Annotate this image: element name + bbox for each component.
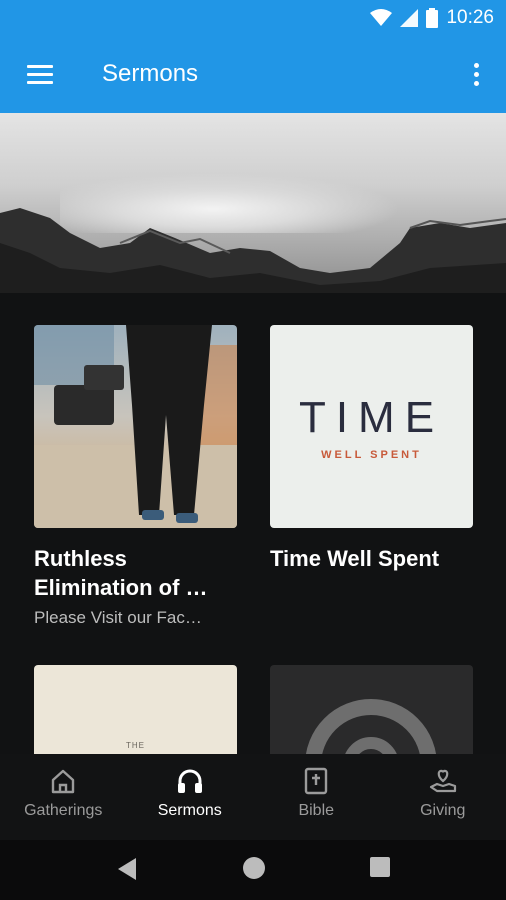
page-title: Sermons — [102, 60, 199, 87]
nav-item-gatherings[interactable]: Gatherings — [0, 754, 127, 840]
battery-icon — [426, 8, 439, 28]
app-bar: Sermons — [0, 36, 506, 113]
bible-icon — [301, 766, 331, 796]
back-icon[interactable] — [114, 856, 138, 882]
sermon-card[interactable]: TIME WELL SPENT Time Well Spent — [270, 325, 473, 573]
sermon-card[interactable]: Ruthless Elimination of … Please Visit o… — [34, 325, 237, 628]
nav-label: Sermons — [157, 802, 222, 819]
sermon-thumbnail: TIME WELL SPENT — [270, 325, 473, 528]
system-navigation-bar — [0, 840, 506, 900]
hero-banner-image — [0, 113, 506, 293]
sermon-card[interactable] — [270, 665, 473, 755]
nav-label: Giving — [420, 802, 466, 819]
home-circle-icon[interactable] — [243, 857, 265, 879]
hamburger-menu-icon[interactable] — [20, 56, 60, 92]
sermon-title-line2: Elimination of … — [34, 575, 208, 600]
thumbnail-logo-subtitle: WELL SPENT — [321, 448, 422, 461]
home-icon — [48, 766, 78, 796]
nav-label: Bible — [298, 802, 335, 819]
thumbnail-text: THE — [126, 741, 145, 750]
status-time: 10:26 — [446, 7, 494, 28]
more-vert-icon[interactable] — [464, 58, 488, 90]
giving-hand-heart-icon — [428, 766, 458, 796]
nav-item-sermons[interactable]: Sermons — [127, 754, 254, 840]
sermon-title: Ruthless Elimination of … — [34, 544, 237, 602]
status-bar: 10:26 — [0, 0, 506, 36]
sermon-card[interactable]: THE — [34, 665, 237, 755]
cell-signal-icon — [400, 9, 419, 27]
status-icons: 10:26 — [370, 0, 494, 36]
sermon-thumbnail — [270, 665, 473, 755]
recents-icon[interactable] — [370, 857, 390, 877]
headphones-icon — [175, 766, 205, 796]
sermon-subtitle: Please Visit our Fac… — [34, 608, 202, 627]
nav-item-bible[interactable]: Bible — [253, 754, 380, 840]
sermon-thumbnail: THE — [34, 665, 237, 755]
nav-label: Gatherings — [24, 802, 103, 819]
sermon-title-line1: Ruthless — [34, 546, 127, 571]
thumbnail-logo-word: TIME — [298, 392, 445, 442]
sermon-thumbnail — [34, 325, 237, 528]
sermon-title: Time Well Spent — [270, 546, 440, 571]
bottom-navigation: Gatherings Sermons Bible Giving — [0, 754, 506, 840]
wifi-icon — [370, 9, 393, 26]
nav-item-giving[interactable]: Giving — [380, 754, 506, 840]
